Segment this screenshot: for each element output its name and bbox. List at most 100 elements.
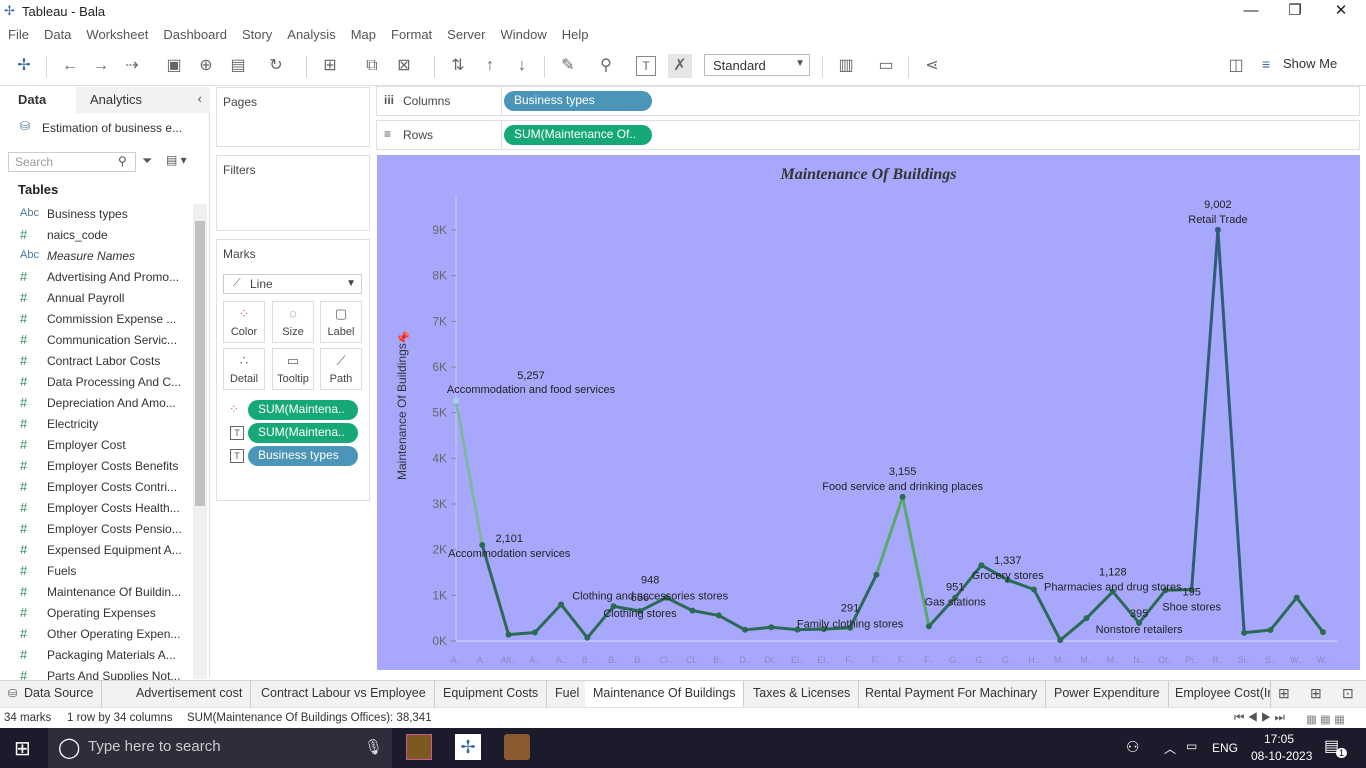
show-me-button[interactable]: Show Me	[1283, 56, 1337, 71]
field-item[interactable]: Abc Measure Names	[0, 246, 192, 267]
sort-descending-icon[interactable]: ↓	[510, 54, 534, 78]
clock-date[interactable]: 08-10-2023	[1251, 749, 1312, 763]
new-dashboard-tab-icon[interactable]: ⊞	[1310, 685, 1322, 702]
scrollbar-thumb[interactable]	[195, 221, 205, 506]
tab-data[interactable]: Data	[0, 87, 76, 113]
close-button[interactable]: ✕	[1318, 0, 1364, 24]
field-item[interactable]: # Other Operating Expen...	[0, 624, 192, 645]
menu-format[interactable]: Format	[383, 24, 439, 42]
new-worksheet-tab-icon[interactable]: ⊞	[1278, 685, 1290, 702]
app-icon-3[interactable]	[504, 734, 530, 760]
field-item[interactable]: # Employer Costs Pensio...	[0, 519, 192, 540]
redo-icon[interactable]: →	[89, 54, 113, 78]
menu-help[interactable]: Help	[554, 24, 596, 42]
field-item[interactable]: Abc Business types	[0, 204, 192, 225]
tooltip-button[interactable]: ▭ Tooltip	[272, 348, 314, 390]
tab-equipment-costs[interactable]: Equipment Costs	[435, 681, 548, 708]
tooltip-icon[interactable]: ◫	[1224, 54, 1248, 78]
chevron-up-icon[interactable]: ︿	[1164, 740, 1176, 757]
field-item[interactable]: # Employer Costs Contri...	[0, 477, 192, 498]
tab-rental-payment[interactable]: Rental Payment For Machinary	[857, 681, 1047, 708]
marks-pill-label[interactable]: SUM(Maintena..	[248, 423, 358, 443]
search-input[interactable]: Search	[8, 152, 136, 172]
tab-data-source[interactable]: Data Source	[16, 681, 103, 708]
field-item[interactable]: # Expensed Equipment A...	[0, 540, 192, 561]
people-icon[interactable]: ⚇	[1126, 738, 1139, 756]
fit-dropdown[interactable]: Standard ▼	[704, 54, 810, 76]
show-labels-icon[interactable]: T	[636, 56, 656, 76]
color-button[interactable]: ⁘ Color	[223, 301, 265, 343]
field-item[interactable]: # Employer Costs Benefits	[0, 456, 192, 477]
columns-pill[interactable]: Business types	[504, 91, 652, 111]
field-item[interactable]: # Contract Labor Costs	[0, 351, 192, 372]
fix-axes-icon[interactable]: ✗	[668, 54, 692, 78]
sheet-nav-icon[interactable]: ⏮ ◀ ▶ ⏭	[1234, 712, 1285, 725]
label-button[interactable]: ▢ Label	[320, 301, 362, 343]
tab-maintenance-of-buildings[interactable]: Maintenance Of Buildings	[585, 681, 745, 708]
columns-shelf[interactable]: iii Columns Business types	[376, 86, 1360, 116]
windows-start-icon[interactable]: ⊞	[14, 736, 31, 761]
pause-updates-icon[interactable]: ▤	[226, 54, 250, 78]
battery-icon[interactable]: ▭	[1186, 739, 1197, 753]
field-item[interactable]: # Operating Expenses	[0, 603, 192, 624]
datasource-name[interactable]: Estimation of business e...	[42, 121, 182, 135]
tableau-taskbar-icon[interactable]: ✢	[455, 734, 481, 760]
field-item[interactable]: # Advertising And Promo...	[0, 267, 192, 288]
taskbar-search-input[interactable]: Type here to search	[48, 728, 392, 768]
menu-window[interactable]: Window	[492, 24, 553, 42]
language-indicator[interactable]: ENG	[1212, 741, 1238, 755]
microphone-icon[interactable]: 🎙	[364, 738, 383, 756]
field-item[interactable]: # Fuels	[0, 561, 192, 582]
path-button[interactable]: ⟋ Path	[320, 348, 362, 390]
menu-map[interactable]: Map	[343, 24, 383, 42]
duplicate-sheet-icon[interactable]: ⧉	[360, 54, 384, 78]
highlight-icon[interactable]: ✎	[556, 54, 580, 78]
new-story-tab-icon[interactable]: ⊡	[1342, 685, 1354, 702]
refresh-icon[interactable]: ↻	[264, 54, 288, 78]
undo-icon[interactable]: ←	[58, 54, 82, 78]
tab-taxes-licenses[interactable]: Taxes & Licenses	[745, 681, 860, 708]
tab-analytics[interactable]: Analytics ‹	[76, 87, 210, 113]
clear-sheet-icon[interactable]: ⊠	[392, 54, 416, 78]
field-item[interactable]: # naics_code	[0, 225, 192, 246]
group-icon[interactable]: ⚲	[594, 54, 618, 78]
presentation-icon[interactable]: ▭	[874, 54, 898, 78]
cards-icon[interactable]: ▥	[834, 54, 858, 78]
restore-button[interactable]: ❐	[1272, 0, 1318, 24]
new-worksheet-icon[interactable]: ⊞	[318, 54, 342, 78]
new-datasource-icon[interactable]: ⊕	[194, 54, 218, 78]
app-icon-1[interactable]	[406, 734, 432, 760]
menu-analysis[interactable]: Analysis	[279, 24, 342, 42]
clock-time[interactable]: 17:05	[1264, 732, 1294, 746]
menu-dashboard[interactable]: Dashboard	[155, 24, 234, 42]
replay-icon[interactable]: ⇢	[120, 54, 144, 78]
menu-file[interactable]: File	[0, 24, 36, 42]
field-item[interactable]: # Employer Costs Health...	[0, 498, 192, 519]
viz-area[interactable]: Maintenance Of Buildings Maintenance Of …	[377, 155, 1360, 670]
field-item[interactable]: # Depreciation And Amo...	[0, 393, 192, 414]
view-options-icon[interactable]: ▤ ▾	[166, 153, 187, 167]
detail-button[interactable]: ∴ Detail	[223, 348, 265, 390]
field-item[interactable]: # Communication Servic...	[0, 330, 192, 351]
rows-pill[interactable]: SUM(Maintenance Of..	[504, 125, 652, 145]
menu-data[interactable]: Data	[36, 24, 78, 42]
sort-ascending-icon[interactable]: ↑	[478, 54, 502, 78]
menu-server[interactable]: Server	[439, 24, 492, 42]
field-item[interactable]: # Commission Expense ...	[0, 309, 192, 330]
tab-power-expenditure[interactable]: Power Expenditure	[1046, 681, 1169, 708]
tableau-home-icon[interactable]: ✢	[12, 54, 36, 78]
collapse-icon[interactable]: ‹	[198, 91, 202, 106]
marks-pill-business-types[interactable]: Business types	[248, 446, 358, 466]
field-item[interactable]: # Annual Payroll	[0, 288, 192, 309]
tab-advertisement-cost[interactable]: Advertisement cost	[128, 681, 252, 708]
tab-employee-cost[interactable]: Employee Cost(Ir	[1167, 681, 1271, 708]
field-item[interactable]: # Electricity	[0, 414, 192, 435]
save-icon[interactable]: ▣	[162, 54, 186, 78]
share-icon[interactable]: ⋖	[920, 54, 944, 78]
mark-type-dropdown[interactable]: ⟋ Line ▼	[223, 274, 362, 294]
minimize-button[interactable]: —	[1228, 0, 1274, 24]
pages-card[interactable]: Pages	[216, 87, 370, 147]
rows-shelf[interactable]: ≡ Rows SUM(Maintenance Of..	[376, 120, 1360, 150]
size-button[interactable]: ◌ Size	[272, 301, 314, 343]
filter-icon[interactable]: ⏷	[142, 153, 152, 169]
